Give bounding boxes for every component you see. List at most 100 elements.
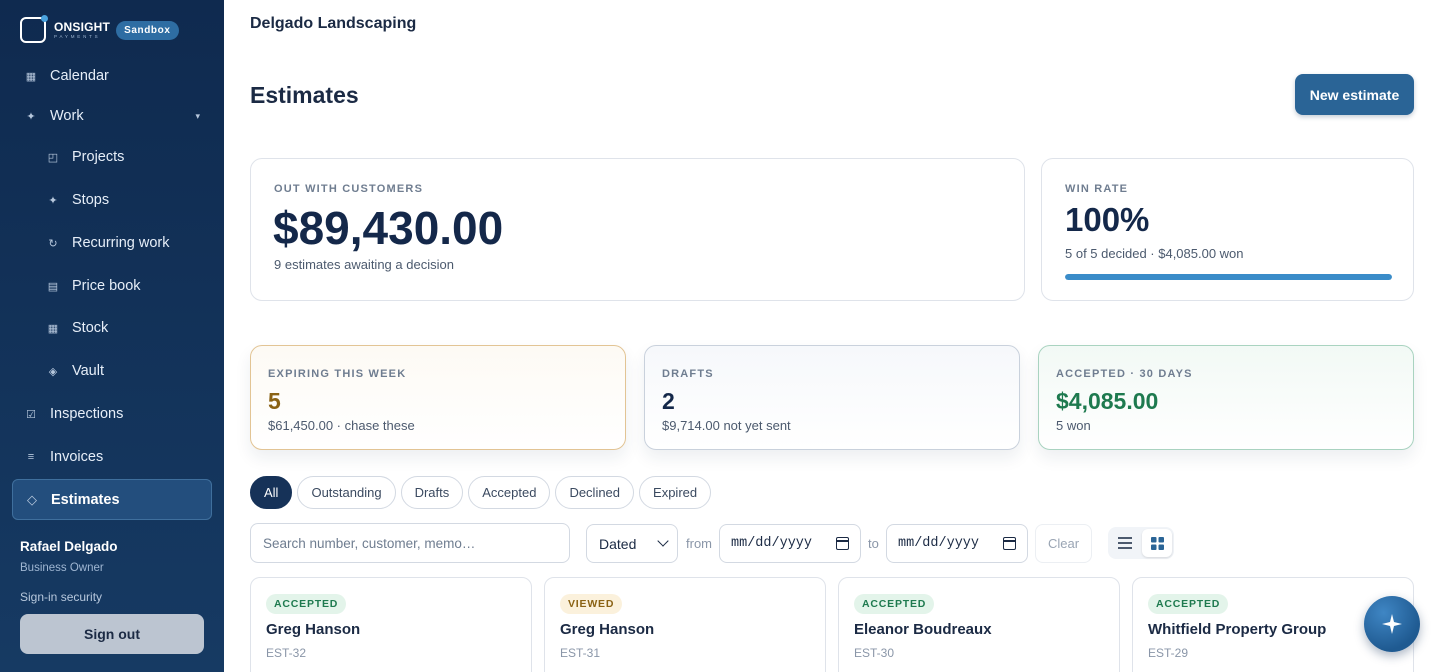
- sidebar-item-label: Invoices: [50, 449, 104, 465]
- card-subtext: 9 estimates awaiting a decision: [274, 257, 454, 272]
- logo-text: ONSIGHT PAYMENTS: [54, 21, 110, 40]
- from-date-input[interactable]: mm/dd/yyyy: [719, 524, 861, 563]
- sidebar-item-projects[interactable]: ◰ Projects: [12, 137, 212, 177]
- date-mode-select[interactable]: Dated: [586, 524, 678, 563]
- sidebar-item-work[interactable]: ✦ Work ▾: [12, 96, 212, 136]
- filter-chip-outstanding[interactable]: Outstanding: [297, 476, 396, 509]
- sidebar-item-label: Inspections: [50, 406, 124, 422]
- assistant-button[interactable]: [1364, 596, 1420, 652]
- filter-chip-expired[interactable]: Expired: [639, 476, 712, 509]
- win-rate-progress-fill: [1065, 274, 1392, 280]
- calendar-icon[interactable]: [835, 537, 849, 550]
- sidebar-item-label: Calendar: [50, 68, 109, 84]
- new-estimate-button[interactable]: New estimate: [1295, 74, 1414, 115]
- from-label: from: [686, 536, 712, 551]
- estimate-card[interactable]: ACCEPTED Greg Hanson EST-32: [250, 577, 532, 672]
- grid-view-button[interactable]: [1142, 529, 1172, 557]
- estimate-number: EST-31: [560, 646, 601, 660]
- status-badge: ACCEPTED: [1148, 594, 1229, 614]
- grid-icon: [1150, 536, 1164, 550]
- card-label: OUT WITH CUSTOMERS: [274, 183, 424, 195]
- sidebar-item-label: Projects: [72, 149, 125, 165]
- sidebar-item-recurring-work[interactable]: ↻ Recurring work: [12, 223, 212, 263]
- checkbox-icon: ☑: [26, 408, 36, 421]
- sidebar-item-calendar[interactable]: ▦ Calendar: [12, 56, 212, 96]
- customer-name: Whitfield Property Group: [1148, 621, 1327, 638]
- expiring-count: 5: [268, 388, 281, 414]
- clear-button[interactable]: Clear: [1035, 524, 1092, 563]
- estimate-card[interactable]: VIEWED Greg Hanson EST-31: [544, 577, 826, 672]
- diamond-icon: ◈: [48, 365, 58, 378]
- filter-chip-accepted[interactable]: Accepted: [468, 476, 551, 509]
- sign-out-button[interactable]: Sign out: [20, 614, 204, 654]
- sandbox-badge: Sandbox: [116, 20, 179, 40]
- refresh-icon: ↻: [48, 237, 58, 250]
- chevron-down-icon: [657, 535, 669, 547]
- list-view-button[interactable]: [1110, 529, 1140, 557]
- estimate-number: EST-29: [1148, 646, 1189, 660]
- to-label: to: [868, 536, 879, 551]
- sidebar-item-price-book[interactable]: ▤ Price book: [12, 266, 212, 306]
- user-role: Business Owner: [20, 562, 104, 574]
- sidebar-item-stops[interactable]: ✦ Stops: [12, 180, 212, 220]
- sidebar-item-label: Recurring work: [72, 235, 170, 251]
- sidebar-item-inspections[interactable]: ☑ Inspections: [12, 394, 212, 434]
- card-label: DRAFTS: [662, 368, 714, 380]
- company-name: Delgado Landscaping: [250, 15, 417, 32]
- chevron-down-icon: ▾: [195, 110, 200, 121]
- out-with-customers-amount: $89,430.00: [273, 202, 504, 254]
- card-subtext: $61,450.00 · chase these: [268, 418, 415, 433]
- sidebar-item-invoices[interactable]: ≡ Invoices: [12, 437, 212, 477]
- sparkle-icon: ✦: [48, 194, 58, 207]
- sidebar-item-label: Work: [50, 108, 84, 124]
- sidebar-item-label: Price book: [72, 278, 141, 294]
- sidebar-item-label: Vault: [72, 363, 104, 379]
- sign-in-security-link[interactable]: Sign-in security: [20, 590, 102, 604]
- sidebar-item-vault[interactable]: ◈ Vault: [12, 351, 212, 391]
- calendar-icon[interactable]: [1002, 537, 1016, 550]
- sidebar-item-label: Estimates: [51, 491, 120, 508]
- card-subtext: 5 of 5 decided · $4,085.00 won: [1065, 246, 1244, 261]
- customer-name: Greg Hanson: [560, 621, 655, 638]
- list-icon: ≡: [27, 451, 35, 463]
- estimate-number: EST-32: [266, 646, 307, 660]
- user-name: Rafael Delgado: [20, 539, 118, 554]
- diamond-outline-icon: ◇: [27, 491, 37, 507]
- brand-sub: PAYMENTS: [54, 33, 101, 39]
- grid-icon: ▦: [47, 322, 59, 335]
- status-badge: VIEWED: [560, 594, 623, 614]
- drafts-card[interactable]: DRAFTS 2 $9,714.00 not yet sent: [644, 345, 1020, 450]
- filter-chip-declined[interactable]: Declined: [555, 476, 635, 509]
- date-placeholder: mm/dd/yyyy: [731, 536, 813, 551]
- sidebar-item-stock[interactable]: ▦ Stock: [12, 308, 212, 348]
- filter-chip-drafts[interactable]: Drafts: [400, 476, 464, 509]
- card-label: EXPIRING THIS WEEK: [268, 368, 407, 380]
- status-filter-chips: All Outstanding Drafts Accepted Declined…: [250, 476, 712, 509]
- estimate-card[interactable]: ACCEPTED Eleanor Boudreaux EST-30: [838, 577, 1120, 672]
- card-subtext: $9,714.00 not yet sent: [662, 418, 791, 433]
- status-badge: ACCEPTED: [266, 594, 347, 614]
- win-rate-card: WIN RATE 100% 5 of 5 decided · $4,085.00…: [1041, 158, 1414, 301]
- customer-name: Eleanor Boudreaux: [854, 621, 992, 638]
- search-input[interactable]: [250, 523, 570, 563]
- calendar-icon: ▦: [25, 70, 37, 83]
- sparkle-icon: [1382, 614, 1402, 634]
- brand-name: ONSIGHT: [54, 19, 111, 34]
- sidebar-item-estimates[interactable]: ◇ Estimates: [12, 479, 212, 520]
- expiring-this-week-card[interactable]: EXPIRING THIS WEEK 5 $61,450.00 · chase …: [250, 345, 626, 450]
- book-icon: ▤: [47, 280, 59, 293]
- list-icon: [1118, 537, 1132, 549]
- filter-chip-all[interactable]: All: [250, 476, 293, 509]
- page-title: Estimates: [250, 82, 359, 108]
- drafts-count: 2: [662, 388, 675, 414]
- to-date-input[interactable]: mm/dd/yyyy: [886, 524, 1028, 563]
- view-toggle: [1108, 527, 1174, 559]
- win-rate-value: 100%: [1065, 201, 1150, 238]
- accepted-amount: $4,085.00: [1056, 388, 1159, 414]
- card-label: ACCEPTED · 30 DAYS: [1056, 368, 1193, 380]
- accepted-30-days-card[interactable]: ACCEPTED · 30 DAYS $4,085.00 5 won: [1038, 345, 1414, 450]
- win-rate-progress-bar: [1065, 274, 1392, 280]
- sidebar: ONSIGHT PAYMENTS Sandbox ▦ Calendar ✦ Wo…: [0, 0, 224, 672]
- sidebar-item-label: Stops: [72, 192, 110, 208]
- sparkle-icon: ✦: [26, 110, 36, 123]
